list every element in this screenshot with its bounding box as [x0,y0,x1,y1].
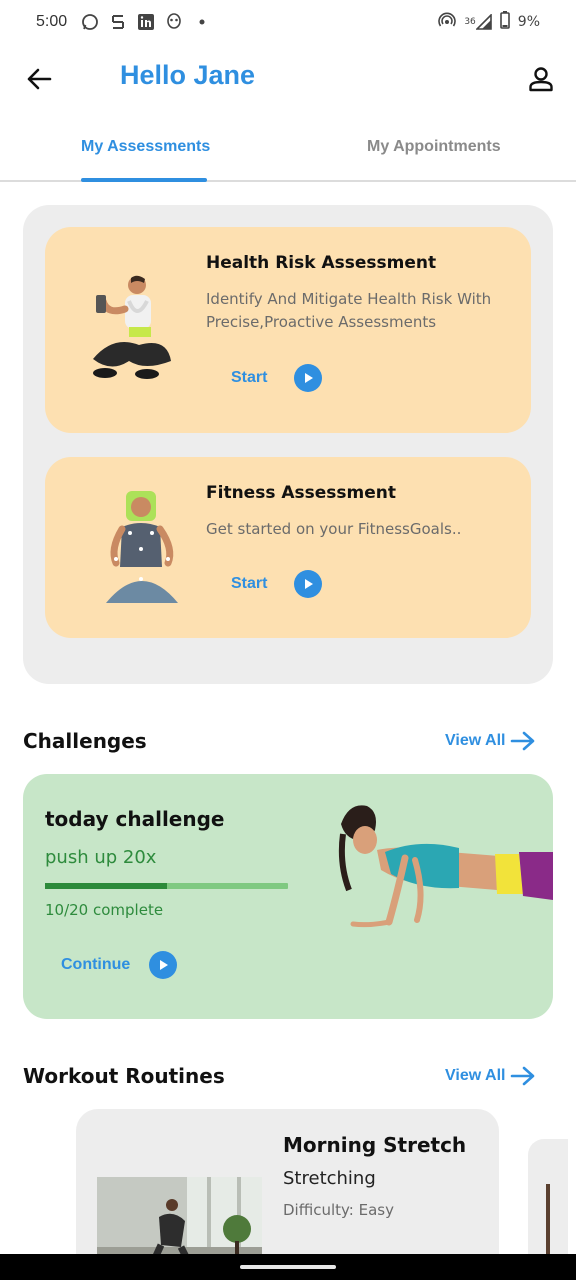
whatsapp-icon [81,13,99,31]
today-challenge-card[interactable]: today challenge push up 20x 10/20 comple… [23,774,553,1019]
network-type: 36 [464,17,476,27]
play-icon [294,570,323,598]
system-navigation-bar [0,1254,576,1280]
assessment-description: Identify And Mitigate Health Risk With P… [206,290,492,331]
assessments-panel: Health Risk Assessment Identify And Miti… [23,205,553,684]
status-bar: 5:00 36 9% [0,0,576,44]
next-workout-photo [546,1184,550,1254]
more-notifications-dot-icon [193,13,211,31]
hotspot-icon [438,11,457,33]
workout-difficulty: Difficulty: Easy [283,1201,394,1219]
battery-level: 9% [517,14,540,30]
continue-label: Continue [61,956,131,973]
arrow-right-icon [511,731,535,751]
view-all-label: View All [445,732,506,749]
app-notification-icon [109,13,127,31]
health-risk-assessment-card[interactable]: Health Risk Assessment Identify And Miti… [45,227,531,433]
linkedin-icon [137,13,155,31]
tab-my-appointments[interactable]: My Appointments [367,138,501,156]
workout-routines-heading: Workout Routines [23,1064,225,1088]
workout-title: Morning Stretch [283,1133,467,1157]
challenge-progress-text: 10/20 complete [45,901,164,919]
challenge-title: today challenge [45,807,225,831]
app-header: Hello Jane [0,48,576,110]
challenges-view-all-link[interactable]: View All [445,730,536,752]
arrow-right-icon [511,1066,535,1086]
body-scan-illustration [106,491,178,603]
person-with-phone-illustration [93,275,171,379]
play-icon [294,364,323,392]
challenge-progress-fill [45,883,167,889]
fitness-assessment-card[interactable]: Fitness Assessment Get started on your F… [45,457,531,638]
active-tab-indicator [81,178,207,182]
challenge-task: push up 20x [45,847,157,868]
challenge-progress-bar [45,883,288,889]
page-title: Hello Jane [120,60,256,90]
assessment-title: Fitness Assessment [206,483,396,503]
workout-type: Stretching [283,1168,376,1189]
signal-icon: 36 [464,14,492,30]
user-icon [529,67,553,92]
tab-bar: My Assessments My Appointments [0,124,576,182]
arrow-left-icon [27,68,52,90]
back-button[interactable] [22,62,56,96]
start-fitness-button[interactable]: Start [231,570,323,598]
battery-icon [499,11,510,33]
alien-app-icon [165,13,183,31]
profile-button[interactable] [524,62,558,96]
assessment-title: Health Risk Assessment [206,253,437,273]
assessment-description: Get started on your FitnessGoals.. [206,520,462,538]
workouts-view-all-link[interactable]: View All [445,1065,536,1087]
status-time: 5:00 [36,13,68,30]
start-label: Start [231,575,268,592]
home-gesture-handle[interactable] [240,1265,336,1269]
pushup-woman-illustration [338,805,553,928]
play-icon [149,951,178,979]
status-right: 36 9% [438,11,540,33]
challenges-heading: Challenges [23,729,147,753]
continue-challenge-button[interactable]: Continue [61,951,178,979]
tab-my-assessments[interactable]: My Assessments [81,138,210,156]
start-label: Start [231,369,268,386]
view-all-label: View All [445,1067,506,1084]
start-health-risk-button[interactable]: Start [231,364,323,392]
